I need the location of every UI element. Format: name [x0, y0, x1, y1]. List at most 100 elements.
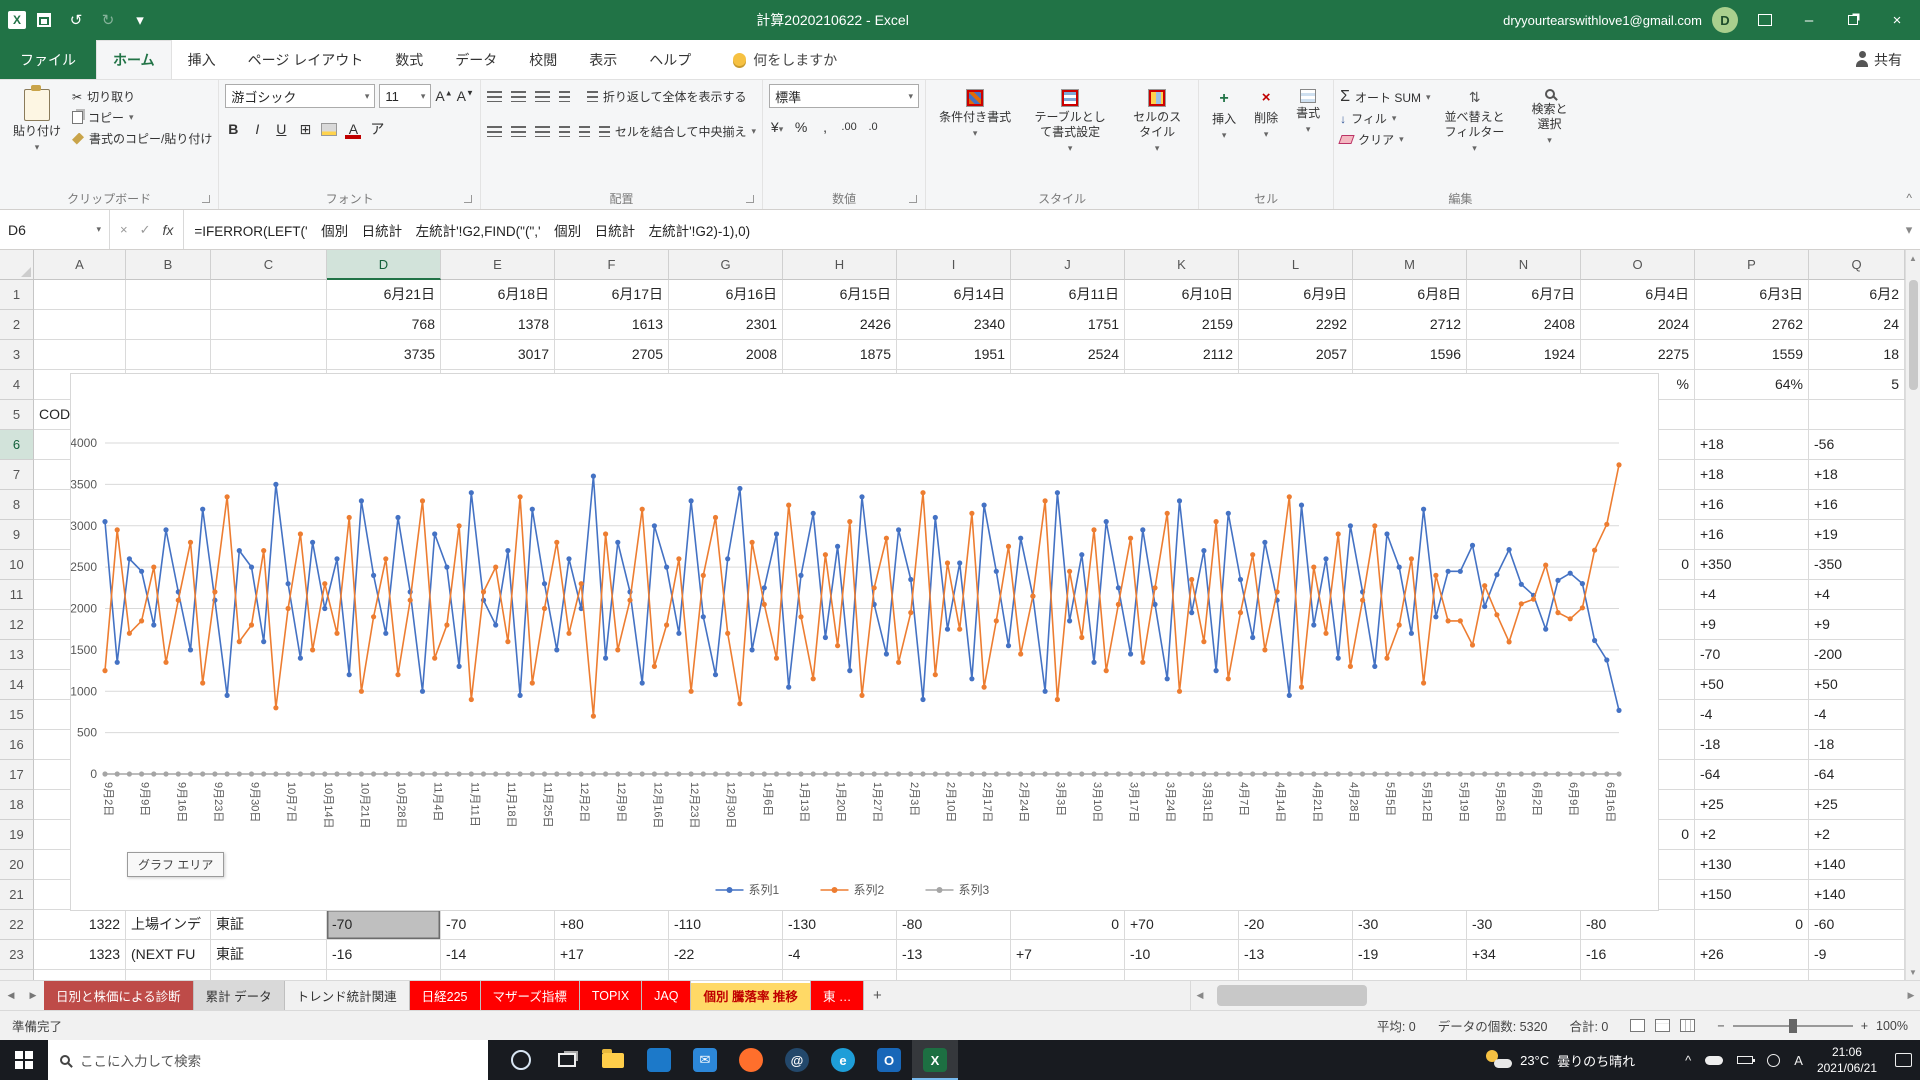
horizontal-scrollbar[interactable]: ◀ ▶ — [1190, 981, 1920, 1010]
cell-Q8[interactable]: +16 — [1809, 490, 1905, 520]
row-header-20[interactable]: 20 — [0, 850, 34, 880]
format-painter-button[interactable]: 書式のコピー/貼り付け — [72, 130, 212, 147]
cell-E2[interactable]: 1378 — [441, 310, 555, 340]
cell-P14[interactable]: +50 — [1695, 670, 1809, 700]
ribbon-tab-4[interactable]: 数式 — [379, 40, 439, 79]
mail-icon[interactable]: ✉ — [682, 1040, 728, 1080]
weather-widget[interactable]: 23°C 曇りのち晴れ — [1486, 1050, 1635, 1070]
cell-M2[interactable]: 2712 — [1353, 310, 1467, 340]
ribbon-tab-file[interactable]: ファイル — [0, 40, 96, 79]
cell-Q17[interactable]: -64 — [1809, 760, 1905, 790]
ribbon-tab-5[interactable]: データ — [439, 40, 513, 79]
decrease-decimal-button[interactable]: .0 — [865, 121, 881, 133]
row-header-15[interactable]: 15 — [0, 700, 34, 730]
cell-F3[interactable]: 2705 — [555, 340, 669, 370]
cell-J2[interactable]: 1751 — [1011, 310, 1125, 340]
ribbon-tab-8[interactable]: ヘルプ — [633, 40, 707, 79]
cell-Q20[interactable]: +140 — [1809, 850, 1905, 880]
cell-P4[interactable]: 64% — [1695, 370, 1809, 400]
cell-G23[interactable]: -22 — [669, 940, 783, 970]
cell-P24[interactable] — [1695, 970, 1809, 980]
cell-P19[interactable]: +2 — [1695, 820, 1809, 850]
start-button[interactable] — [0, 1040, 48, 1080]
font-name-select[interactable]: 游ゴシック▾ — [225, 84, 375, 108]
fill-button[interactable]: ↓フィル▾ — [1340, 110, 1430, 127]
font-color-button[interactable]: A — [345, 121, 361, 137]
vertical-scrollbar[interactable]: ▲ ▼ — [1905, 250, 1920, 980]
zoom-slider-thumb[interactable] — [1789, 1019, 1797, 1033]
column-header-B[interactable]: B — [126, 250, 211, 280]
cell-E1[interactable]: 6月18日 — [441, 280, 555, 310]
cell-G3[interactable]: 2008 — [669, 340, 783, 370]
scroll-right-icon[interactable]: ▶ — [1902, 990, 1920, 1001]
cell-P20[interactable]: +130 — [1695, 850, 1809, 880]
row-header-2[interactable]: 2 — [0, 310, 34, 340]
indent-increase-icon[interactable] — [579, 126, 590, 137]
cell-Q2[interactable]: 24 — [1809, 310, 1905, 340]
undo-button[interactable]: ↺ — [62, 6, 90, 34]
cell-E3[interactable]: 3017 — [441, 340, 555, 370]
cell-A3[interactable] — [34, 340, 126, 370]
row-header-19[interactable]: 19 — [0, 820, 34, 850]
cell-I2[interactable]: 2340 — [897, 310, 1011, 340]
firefox-icon[interactable] — [728, 1040, 774, 1080]
ribbon-tab-6[interactable]: 校閲 — [513, 40, 573, 79]
cell-C2[interactable] — [211, 310, 327, 340]
cell-Q24[interactable] — [1809, 970, 1905, 980]
cell-G1[interactable]: 6月16日 — [669, 280, 783, 310]
font-size-select[interactable]: 11▾ — [379, 84, 431, 108]
battery-icon[interactable] — [1737, 1056, 1753, 1064]
row-header-14[interactable]: 14 — [0, 670, 34, 700]
currency-format-button[interactable]: ¥▾ — [769, 119, 785, 135]
align-middle-icon[interactable] — [511, 91, 526, 102]
autosum-button[interactable]: Σオート SUM▾ — [1340, 88, 1430, 106]
hidden-icons-chevron-icon[interactable]: ^ — [1685, 1053, 1691, 1068]
cell-F23[interactable]: +17 — [555, 940, 669, 970]
cell-Q16[interactable]: -18 — [1809, 730, 1905, 760]
cell-D2[interactable]: 768 — [327, 310, 441, 340]
sheet-tab-4[interactable]: マザーズ指標 — [481, 981, 580, 1010]
cell-P5[interactable] — [1695, 400, 1809, 430]
row-header-3[interactable]: 3 — [0, 340, 34, 370]
row-header-11[interactable]: 11 — [0, 580, 34, 610]
borders-button[interactable]: ⊞ — [297, 121, 313, 138]
bold-button[interactable]: B — [225, 121, 241, 137]
cell-G24[interactable] — [669, 970, 783, 980]
column-header-Q[interactable]: Q — [1809, 250, 1905, 280]
action-center-icon[interactable] — [1895, 1053, 1912, 1067]
tell-me-box[interactable]: 何をしますか — [733, 40, 837, 79]
cell-N1[interactable]: 6月7日 — [1467, 280, 1581, 310]
cell-P2[interactable]: 2762 — [1695, 310, 1809, 340]
share-button[interactable]: 共有 — [1838, 40, 1920, 79]
account-avatar[interactable]: D — [1712, 7, 1738, 33]
cortana-icon[interactable] — [498, 1040, 544, 1080]
mail-at-icon[interactable]: @ — [774, 1040, 820, 1080]
cell-Q18[interactable]: +25 — [1809, 790, 1905, 820]
cell-E23[interactable]: -14 — [441, 940, 555, 970]
row-header-16[interactable]: 16 — [0, 730, 34, 760]
clipboard-dialog-launcher-icon[interactable] — [202, 195, 210, 203]
column-header-E[interactable]: E — [441, 250, 555, 280]
store-icon[interactable] — [636, 1040, 682, 1080]
row-header-4[interactable]: 4 — [0, 370, 34, 400]
vertical-scroll-thumb[interactable] — [1909, 280, 1918, 390]
sheet-tab-8[interactable]: 東 … — [811, 981, 864, 1010]
sheet-tab-0[interactable]: 日別と株価による診断 — [44, 981, 194, 1010]
page-break-view-button[interactable] — [1680, 1019, 1695, 1032]
cell-K1[interactable]: 6月10日 — [1125, 280, 1239, 310]
row-header-13[interactable]: 13 — [0, 640, 34, 670]
cell-P16[interactable]: -18 — [1695, 730, 1809, 760]
cell-B1[interactable] — [126, 280, 211, 310]
cell-J1[interactable]: 6月11日 — [1011, 280, 1125, 310]
cell-P22[interactable]: 0 — [1695, 910, 1809, 940]
cell-E24[interactable] — [441, 970, 555, 980]
cell-Q9[interactable]: +19 — [1809, 520, 1905, 550]
cell-N2[interactable]: 2408 — [1467, 310, 1581, 340]
cell-M24[interactable] — [1353, 970, 1467, 980]
column-header-I[interactable]: I — [897, 250, 1011, 280]
cell-Q3[interactable]: 18 — [1809, 340, 1905, 370]
outlook-icon[interactable]: O — [866, 1040, 912, 1080]
select-all-button[interactable] — [0, 250, 34, 280]
cell-Q11[interactable]: +4 — [1809, 580, 1905, 610]
cell-P23[interactable]: +26 — [1695, 940, 1809, 970]
